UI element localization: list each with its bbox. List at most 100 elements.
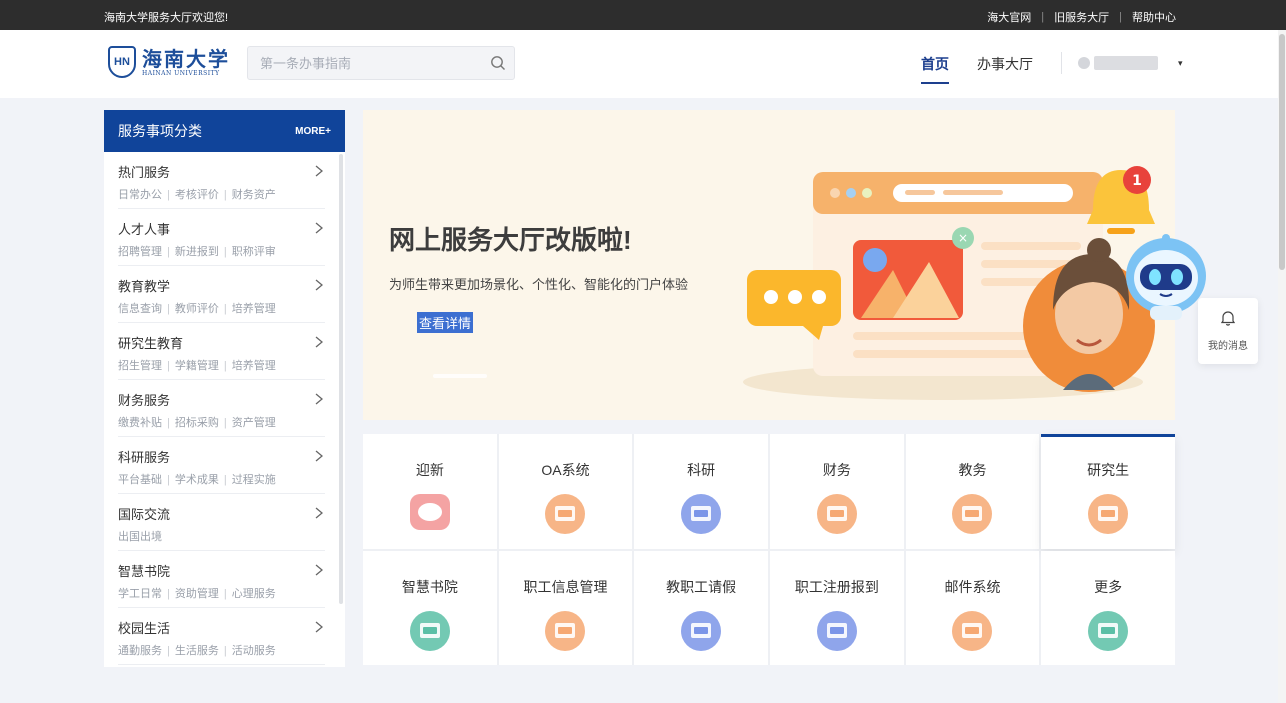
- service-tile[interactable]: 更多: [1041, 550, 1175, 665]
- sublink-separator: |: [167, 189, 170, 201]
- finance-icon: [815, 492, 859, 541]
- category-sublink[interactable]: 财务资产: [232, 189, 276, 201]
- more-link[interactable]: MORE+: [295, 126, 331, 137]
- sublink-separator: |: [167, 360, 170, 372]
- link-help-center[interactable]: 帮助中心: [1132, 9, 1176, 25]
- search-icon[interactable]: [490, 55, 506, 76]
- chevron-right-icon: [315, 335, 324, 353]
- user-menu[interactable]: ▾: [1078, 56, 1183, 70]
- category-name: 科研服务: [118, 450, 171, 465]
- category-name: 人才人事: [118, 222, 171, 237]
- category-sublink[interactable]: 资产管理: [232, 417, 276, 429]
- sidebar-category[interactable]: 国际交流 出国出境: [118, 494, 325, 551]
- sidebar-category[interactable]: 校园生活 通勤服务 | 生活服务 | 活动服务: [118, 608, 325, 665]
- sidebar-scrollbar[interactable]: [339, 154, 343, 604]
- category-sublink[interactable]: 日常办公: [118, 189, 162, 201]
- sublink-separator: |: [167, 246, 170, 258]
- service-tile-label: 教职工请假: [666, 578, 737, 595]
- service-tile[interactable]: 职工信息管理: [498, 550, 633, 665]
- category-sublink[interactable]: 学术成果: [175, 474, 219, 486]
- category-sublink[interactable]: 活动服务: [232, 645, 276, 657]
- service-tile[interactable]: 教务: [905, 434, 1040, 549]
- sidebar-category[interactable]: 研究生教育 招生管理 | 学籍管理 | 培养管理: [118, 323, 325, 380]
- service-grid: 迎新 OA系统 科研 财务 教务 研究生智慧书院 职工信息管理 教职工请假 职工注册报到 邮件系统…: [363, 434, 1175, 665]
- category-sublink[interactable]: 新进报到: [175, 246, 219, 258]
- oa-icon: [543, 492, 587, 541]
- category-sublink[interactable]: 生活服务: [175, 645, 219, 657]
- category-sublink[interactable]: 培养管理: [232, 360, 276, 372]
- sublink-separator: |: [167, 474, 170, 486]
- banner-subtitle: 为师生带来更加场景化、个性化、智能化的门户体验: [389, 277, 689, 292]
- view-details-link[interactable]: 查看详情: [417, 312, 474, 333]
- sidebar-category[interactable]: 财务服务 缴费补贴 | 招标采购 | 资产管理: [118, 380, 325, 437]
- service-tile[interactable]: 迎新: [363, 434, 497, 549]
- mail-icon: [950, 609, 994, 658]
- service-tile[interactable]: 邮件系统: [905, 550, 1040, 665]
- sidebar-category[interactable]: 人才人事 招聘管理 | 新进报到 | 职称评审: [118, 209, 325, 266]
- category-sublink[interactable]: 招聘管理: [118, 246, 162, 258]
- user-name-blurred: [1094, 56, 1158, 70]
- sublink-separator: |: [223, 360, 227, 372]
- category-sublink[interactable]: 信息查询: [118, 303, 162, 315]
- category-sublink[interactable]: 资助管理: [175, 588, 219, 600]
- sidebar-category[interactable]: 教育教学 信息查询 | 教师评价 | 培养管理: [118, 266, 325, 323]
- page-scrollbar[interactable]: [1278, 30, 1286, 703]
- search-input[interactable]: [248, 47, 468, 79]
- category-sublink[interactable]: 缴费补贴: [118, 417, 162, 429]
- university-logo[interactable]: HN 海南大学 HAINAN UNIVERSITY: [108, 46, 230, 78]
- category-sublinks: 平台基础 | 学术成果 | 过程实施: [118, 471, 325, 487]
- research-icon: [679, 492, 723, 541]
- service-tile[interactable]: 智慧书院: [363, 550, 497, 665]
- category-sublink[interactable]: 招标采购: [175, 417, 219, 429]
- category-sublink[interactable]: 学工日常: [118, 588, 162, 600]
- category-sublink[interactable]: 培养管理: [232, 303, 276, 315]
- category-name: 教育教学: [118, 279, 171, 294]
- sublink-separator: |: [167, 645, 170, 657]
- service-tile[interactable]: 教职工请假: [634, 550, 768, 665]
- link-hainan-official[interactable]: 海大官网: [987, 9, 1031, 25]
- scrollbar-thumb[interactable]: [1279, 34, 1285, 270]
- category-sublink[interactable]: 平台基础: [118, 474, 162, 486]
- service-tile-label: 财务: [822, 462, 851, 478]
- logo-name-cn: 海南大学: [142, 46, 230, 71]
- category-sublink[interactable]: 心理服务: [232, 588, 276, 600]
- category-sublinks: 出国出境: [118, 528, 325, 544]
- carousel-indicator[interactable]: [433, 374, 487, 378]
- category-name: 国际交流: [118, 507, 171, 522]
- category-sublink[interactable]: 考核评价: [175, 189, 219, 201]
- category-sublinks: 学工日常 | 资助管理 | 心理服务: [118, 585, 325, 601]
- category-name: 热门服务: [118, 165, 171, 180]
- link-separator: |: [1119, 11, 1122, 23]
- category-sublink[interactable]: 教师评价: [175, 303, 219, 315]
- service-tile[interactable]: 职工注册报到: [770, 550, 904, 665]
- category-sublink[interactable]: 学籍管理: [175, 360, 219, 372]
- my-messages-button[interactable]: 我的消息: [1198, 298, 1258, 364]
- header: HN 海南大学 HAINAN UNIVERSITY 首页 办事大厅 ▾: [0, 30, 1278, 98]
- sidebar-category[interactable]: 智慧书院 学工日常 | 资助管理 | 心理服务: [118, 551, 325, 608]
- category-sublink[interactable]: 过程实施: [232, 474, 276, 486]
- category-sublink[interactable]: 通勤服务: [118, 645, 162, 657]
- sublink-separator: |: [223, 588, 227, 600]
- nav-service-hall[interactable]: 办事大厅: [977, 30, 1033, 98]
- category-sublink[interactable]: 职称评审: [232, 246, 276, 258]
- service-tile[interactable]: 研究生: [1041, 434, 1175, 549]
- bell-icon: [1220, 310, 1236, 331]
- sidebar-category[interactable]: 热门服务 日常办公 | 考核评价 | 财务资产: [118, 152, 325, 209]
- hi-icon: [408, 492, 452, 541]
- logo-name-en: HAINAN UNIVERSITY: [142, 69, 220, 77]
- link-old-service-hall[interactable]: 旧服务大厅: [1054, 9, 1109, 25]
- category-sublink[interactable]: 招生管理: [118, 360, 162, 372]
- welcome-text: 海南大学服务大厅欢迎您!: [104, 12, 229, 24]
- announcement-banner[interactable]: 网上服务大厅改版啦! 为师生带来更加场景化、个性化、智能化的门户体验 查看详情 …: [363, 110, 1175, 420]
- service-tile[interactable]: 财务: [770, 434, 904, 549]
- chevron-right-icon: [315, 392, 324, 410]
- service-tile[interactable]: OA系统: [498, 434, 633, 549]
- sidebar-category[interactable]: 科研服务平台基础 | 学术成果 | 过程实施: [118, 437, 325, 494]
- category-list: 热门服务日常办公 | 考核评价 | 财务资产人才人事招聘管理 | 新进报到 | 职称评审教育教学…: [104, 152, 345, 665]
- nav-home[interactable]: 首页: [921, 30, 949, 98]
- sublink-separator: |: [223, 474, 227, 486]
- service-tile[interactable]: 科研: [634, 434, 768, 549]
- category-sublink[interactable]: 出国出境: [118, 531, 162, 543]
- sublink-separator: |: [167, 303, 170, 315]
- search-box: [247, 46, 515, 80]
